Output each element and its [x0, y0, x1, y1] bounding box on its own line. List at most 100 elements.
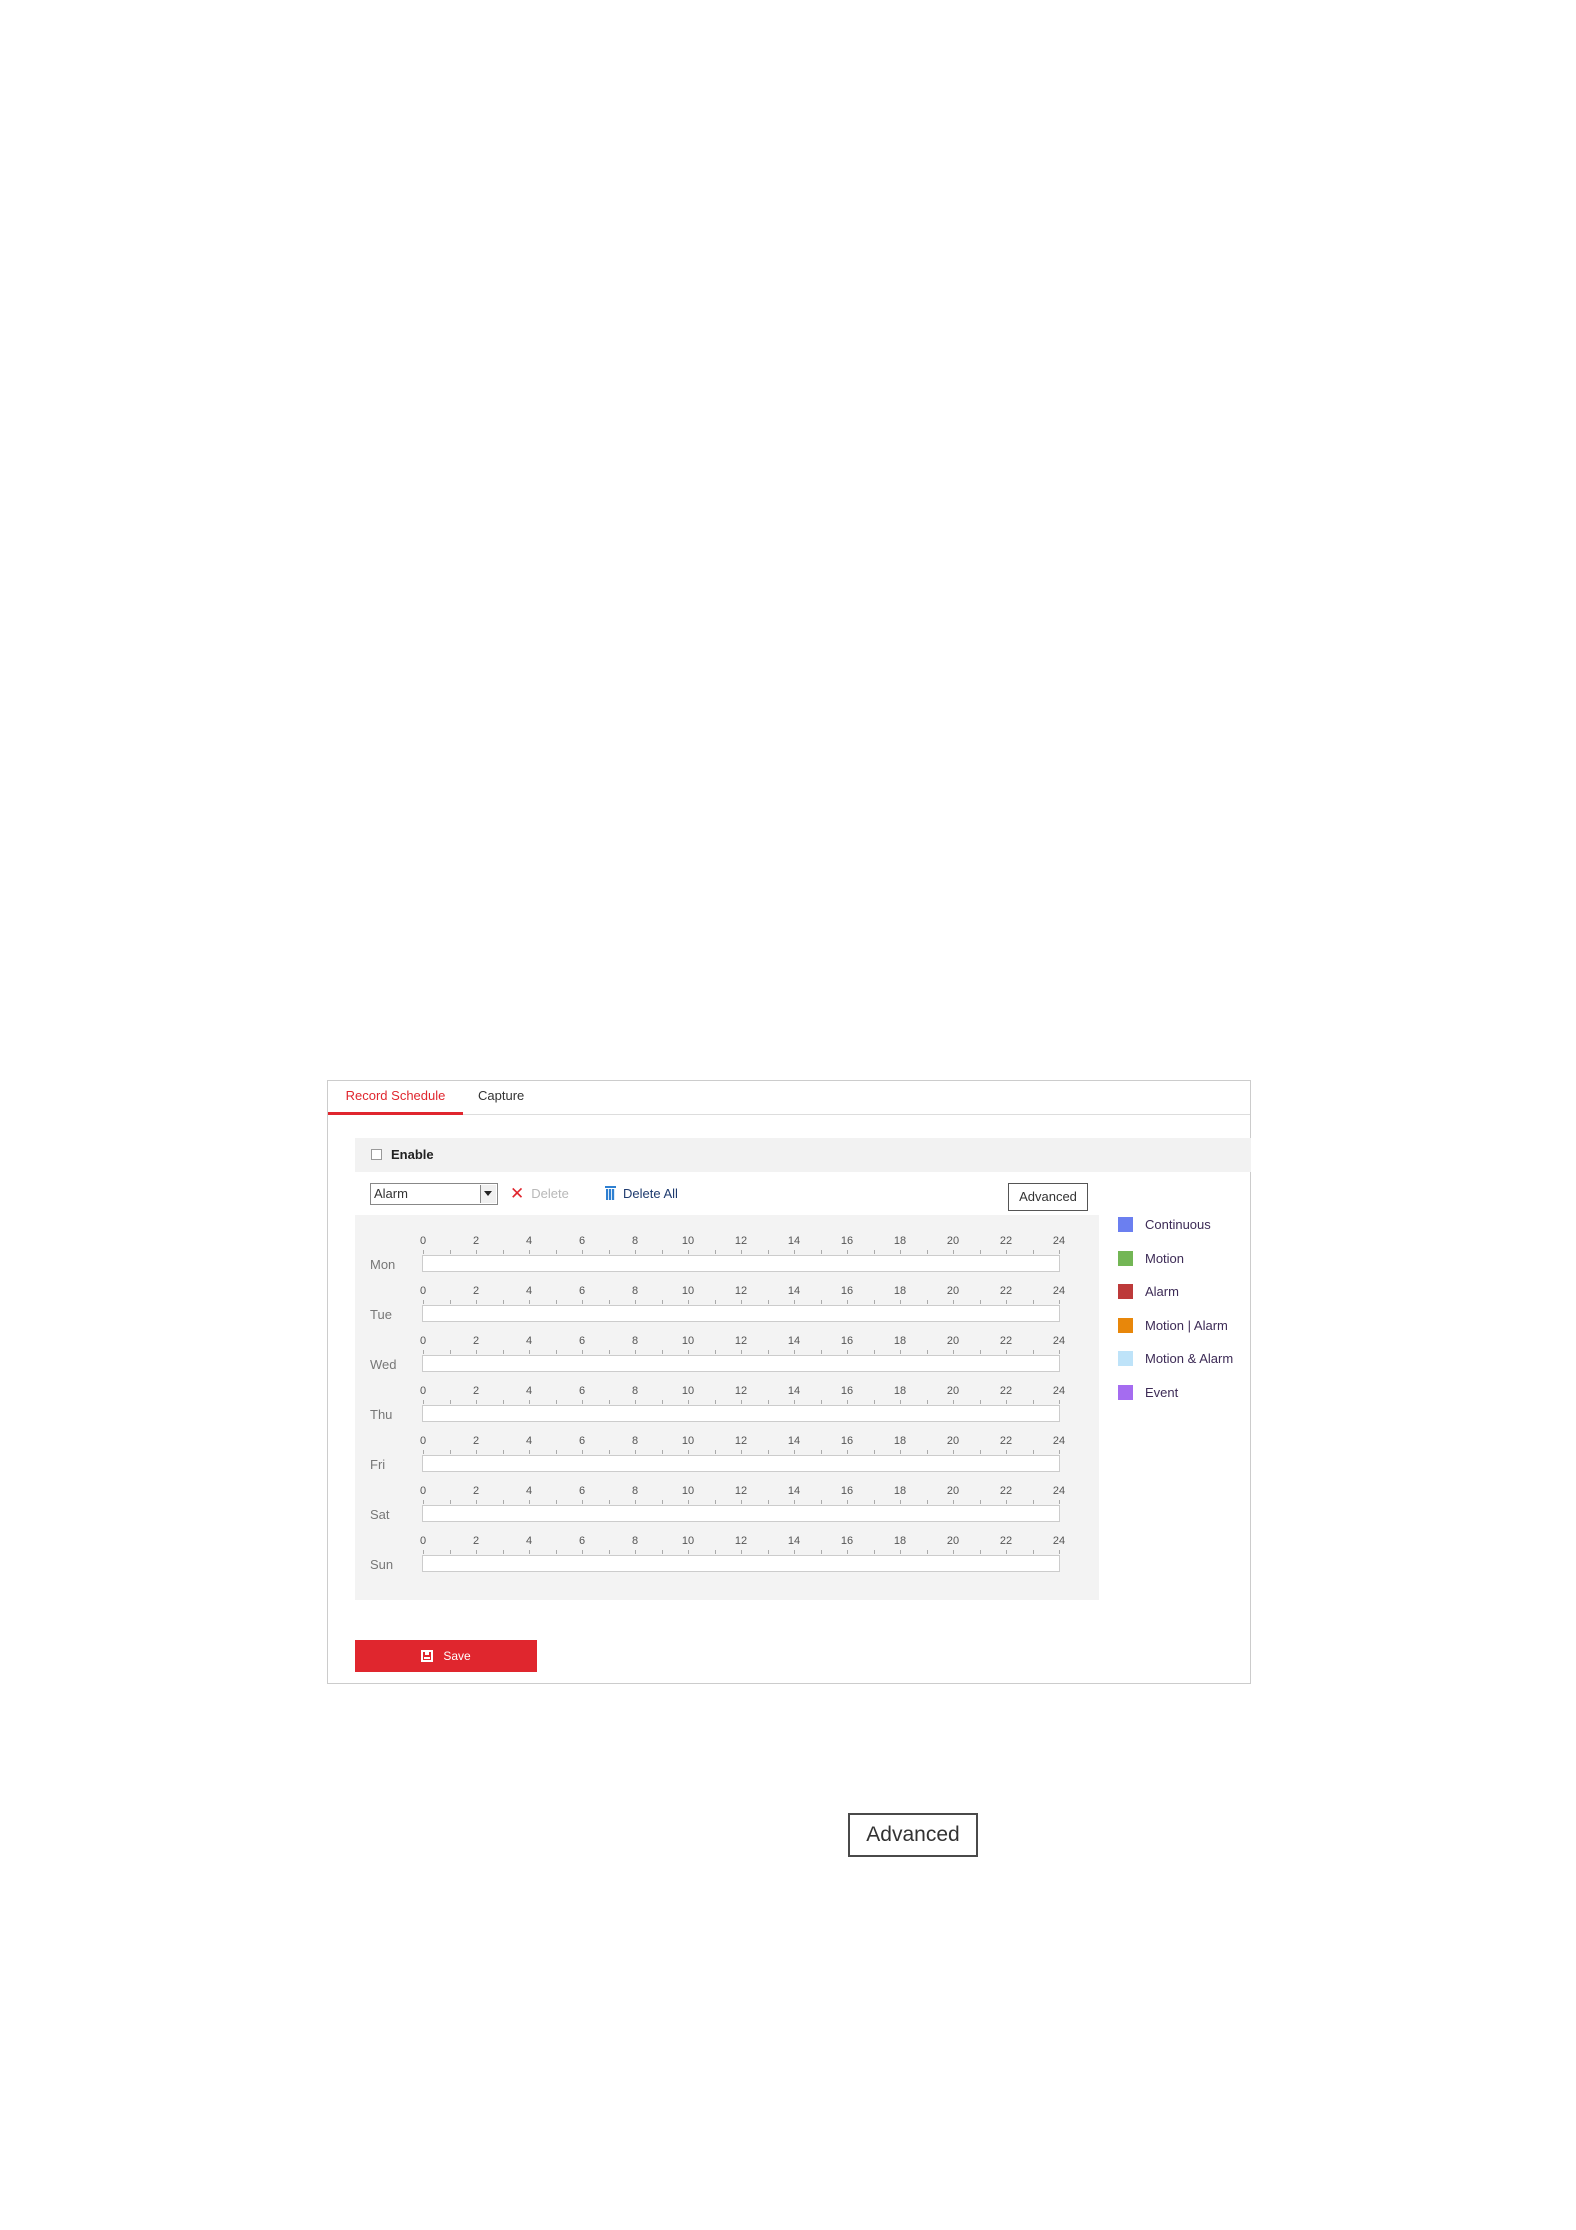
hour-label: 8 [631, 1235, 639, 1247]
hour-label: 2 [472, 1235, 480, 1247]
save-button[interactable]: Save [355, 1640, 537, 1672]
hour-tick [502, 1500, 504, 1504]
weekly-schedule: Mon 0 2 4 6 8 10 12 14 16 18 20 22 24 Tue 0 2 4 6 8 10 12 14 16… [355, 1215, 1099, 1600]
hour-tick [873, 1300, 875, 1304]
hour-label: 14 [787, 1385, 801, 1397]
hour-label: 12 [734, 1335, 748, 1347]
chevron-down-icon[interactable] [480, 1185, 496, 1203]
hour-tick [476, 1400, 477, 1404]
schedule-timeline-bar[interactable] [422, 1505, 1060, 1522]
hour-tick [979, 1400, 981, 1404]
hour-label: 10 [681, 1485, 695, 1497]
schedule-timeline-bar[interactable] [422, 1355, 1060, 1372]
record-type-select[interactable]: Alarm [370, 1183, 498, 1205]
advanced-button-illustration[interactable]: Advanced [848, 1813, 978, 1857]
day-label: Fri [370, 1457, 386, 1472]
advanced-button[interactable]: Advanced [1008, 1183, 1088, 1211]
hour-tick [847, 1500, 848, 1504]
legend-label: Alarm [1145, 1284, 1179, 1299]
hour-tick [953, 1300, 954, 1304]
delete-button[interactable]: ✕ Delete [510, 1183, 569, 1205]
hour-label: 18 [893, 1435, 907, 1447]
hour-tick [741, 1450, 742, 1454]
legend-label: Motion & Alarm [1145, 1351, 1234, 1366]
hour-tick [714, 1400, 716, 1404]
hour-tick [555, 1400, 557, 1404]
hour-tick [582, 1400, 583, 1404]
hour-tick [767, 1500, 769, 1504]
hour-tick [900, 1250, 901, 1254]
hour-tick [1059, 1450, 1060, 1454]
hour-tick [529, 1450, 530, 1454]
hour-tick [1006, 1500, 1007, 1504]
schedule-timeline-bar[interactable] [422, 1455, 1060, 1472]
hour-label: 16 [840, 1485, 854, 1497]
record-schedule-panel: Record Schedule Capture Enable Alarm ✕ De… [327, 1080, 1251, 1684]
hour-label: 6 [578, 1385, 586, 1397]
hour-label: 14 [787, 1335, 801, 1347]
tab-record-schedule[interactable]: Record Schedule [328, 1081, 463, 1115]
schedule-timeline-bar[interactable] [422, 1305, 1060, 1322]
hour-label: 18 [893, 1335, 907, 1347]
hour-tick [953, 1450, 954, 1454]
hour-tick [502, 1550, 504, 1554]
hour-label: 4 [525, 1535, 533, 1547]
hour-tick [449, 1450, 451, 1454]
hour-tick [873, 1550, 875, 1554]
hour-tick [820, 1350, 822, 1354]
hour-label: 16 [840, 1285, 854, 1297]
hour-label: 0 [419, 1335, 427, 1347]
hour-label: 8 [631, 1485, 639, 1497]
hour-tick [661, 1300, 663, 1304]
hour-tick [1032, 1350, 1034, 1354]
hour-label: 4 [525, 1335, 533, 1347]
hour-tick [873, 1500, 875, 1504]
hour-tick [582, 1300, 583, 1304]
schedule-timeline-bar[interactable] [422, 1405, 1060, 1422]
hour-tick [794, 1550, 795, 1554]
tab-capture[interactable]: Capture [478, 1081, 524, 1115]
hour-tick [582, 1500, 583, 1504]
hour-label: 20 [946, 1235, 960, 1247]
hour-tick [926, 1500, 928, 1504]
delete-all-button[interactable]: Delete All [605, 1183, 678, 1205]
hour-tick [767, 1250, 769, 1254]
hour-tick [449, 1500, 451, 1504]
schedule-timeline-bar[interactable] [422, 1555, 1060, 1572]
hour-tick [529, 1300, 530, 1304]
hour-label: 6 [578, 1285, 586, 1297]
day-label: Mon [370, 1257, 396, 1272]
hour-tick [900, 1450, 901, 1454]
hour-tick [953, 1500, 954, 1504]
legend-swatch [1118, 1317, 1133, 1333]
schedule-timeline-bar[interactable] [422, 1255, 1060, 1272]
schedule-row: Mon 0 2 4 6 8 10 12 14 16 18 20 22 24 [355, 1230, 1099, 1280]
hour-tick [608, 1300, 610, 1304]
schedule-row: Tue 0 2 4 6 8 10 12 14 16 18 20 22 24 [355, 1280, 1099, 1330]
enable-checkbox[interactable] [371, 1149, 382, 1160]
hour-label: 0 [419, 1285, 427, 1297]
schedule-row: Sun 0 2 4 6 8 10 12 14 16 18 20 22 24 [355, 1530, 1099, 1580]
hour-tick [449, 1350, 451, 1354]
hour-label: 10 [681, 1235, 695, 1247]
hour-label: 4 [525, 1285, 533, 1297]
hour-tick [423, 1250, 424, 1254]
hour-tick [608, 1450, 610, 1454]
hour-tick [714, 1450, 716, 1454]
hour-label: 0 [419, 1435, 427, 1447]
hour-tick [502, 1450, 504, 1454]
hour-tick [423, 1550, 424, 1554]
hour-label: 2 [472, 1335, 480, 1347]
hour-tick [608, 1400, 610, 1404]
hour-label: 22 [999, 1485, 1013, 1497]
hour-label: 20 [946, 1335, 960, 1347]
hour-label: 8 [631, 1435, 639, 1447]
hour-tick [820, 1500, 822, 1504]
hour-tick [926, 1350, 928, 1354]
hour-label: 16 [840, 1435, 854, 1447]
hour-tick [529, 1550, 530, 1554]
hour-tick [926, 1300, 928, 1304]
hour-label: 2 [472, 1535, 480, 1547]
hour-label: 8 [631, 1335, 639, 1347]
hour-tick [476, 1500, 477, 1504]
